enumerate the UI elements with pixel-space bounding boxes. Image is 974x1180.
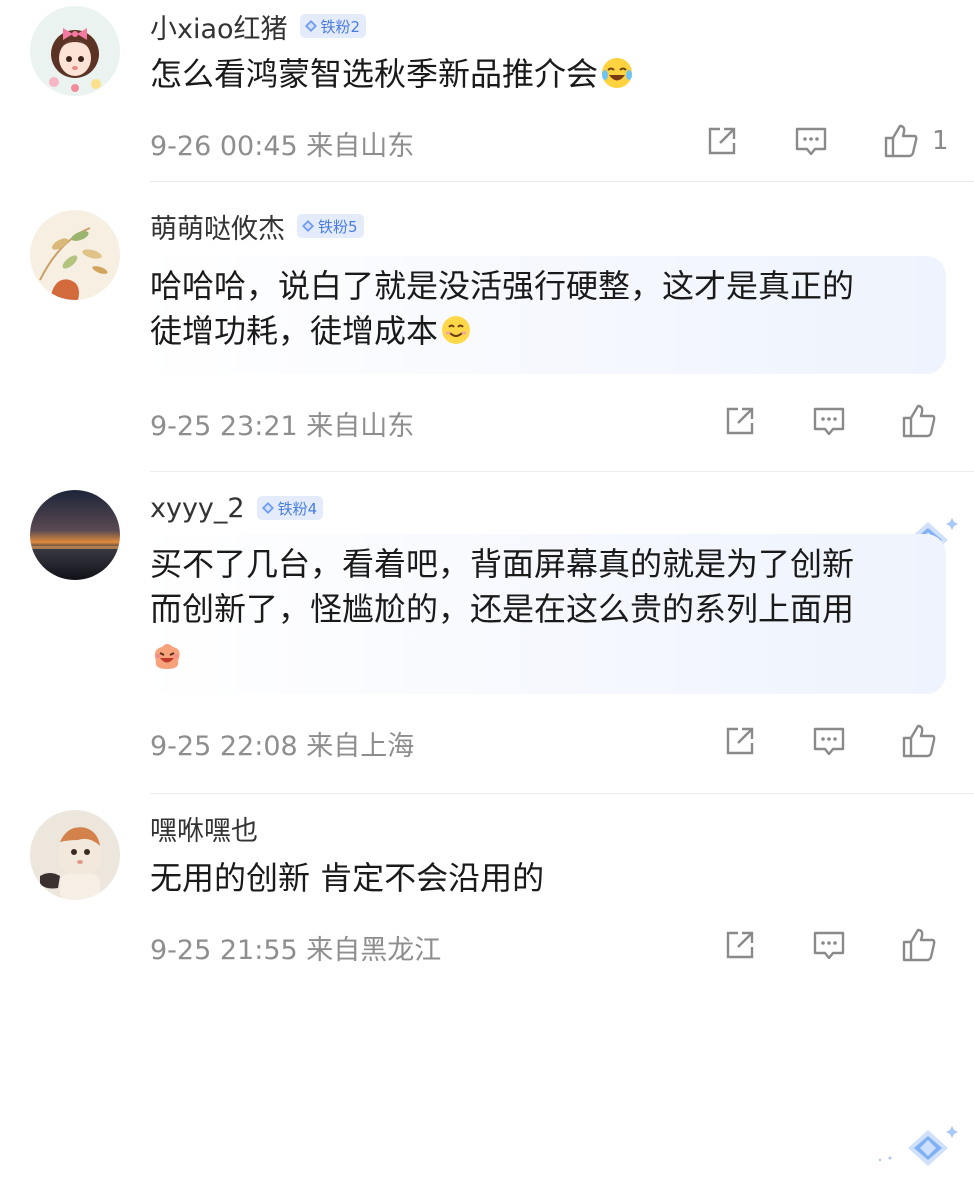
- share-icon: [726, 727, 754, 755]
- diamond-icon: [302, 220, 314, 232]
- comment-header: xyyy_2 铁粉4: [150, 490, 324, 526]
- share-button[interactable]: [722, 403, 758, 439]
- avatar[interactable]: [30, 810, 120, 900]
- comment-header: 小xiao红猪 铁粉2: [150, 7, 367, 46]
- avatar[interactable]: [30, 6, 120, 96]
- comment-text-line: 哈哈哈，说白了就是没活强行硬整，这才是真正的: [150, 267, 855, 305]
- comment-actions: [722, 722, 950, 760]
- comment-meta: 9-25 22:08 来自上海: [150, 731, 415, 762]
- diamond-icon: [261, 502, 274, 514]
- comment-meta: 9-25 23:21 来自山东: [150, 411, 415, 442]
- comment-item: 萌萌哒攸杰 铁粉5 哈哈哈，说白了就是没活强行硬整，这才是真正的 徒增功耗，徒增…: [0, 182, 974, 558]
- username[interactable]: xyyy_2: [150, 493, 245, 524]
- badge-label: 铁粉5: [318, 217, 358, 236]
- diamond-icon: [304, 20, 317, 32]
- diamond-icon: [878, 1126, 958, 1166]
- share-icon: [726, 407, 754, 435]
- comment-text: 怎么看鸿蒙智选秋季新品推介会: [150, 52, 634, 97]
- comment-header: 嘿咻嘿也: [150, 809, 258, 848]
- fan-badge: 铁粉4: [256, 496, 324, 520]
- fan-badge: 铁粉2: [299, 14, 367, 38]
- comment-text-line: 而创新了，怪尴尬的，还是在这么贵的系列上面用: [150, 590, 855, 628]
- share-button[interactable]: [722, 723, 758, 759]
- share-button[interactable]: [722, 927, 758, 963]
- thumbs-up-icon: [902, 724, 936, 758]
- badge-label: 铁粉4: [277, 499, 318, 518]
- like-button[interactable]: [900, 926, 950, 964]
- comment-header: 萌萌哒攸杰 铁粉5: [150, 207, 364, 246]
- comment-text: 哈哈哈，说白了就是没活强行硬整，这才是真正的 徒增功耗，徒增成本: [150, 264, 854, 354]
- thumbs-up-icon: [884, 124, 918, 158]
- comment-text-line: 买不了几台，看着吧，背面屏幕真的就是为了创新: [150, 545, 855, 583]
- comment-meta: 9-26 00:45 来自山东: [150, 131, 415, 162]
- comment-text-line: 无用的创新 肯定不会沿用的: [150, 859, 545, 897]
- laughing-blob-emoji: [154, 644, 180, 669]
- avatar[interactable]: [30, 210, 120, 300]
- username[interactable]: 嘿咻嘿也: [150, 809, 258, 848]
- share-button[interactable]: [704, 123, 740, 159]
- share-icon: [726, 931, 754, 959]
- like-button[interactable]: [900, 402, 950, 440]
- thumbs-up-icon: [902, 928, 936, 962]
- comment-item: 小xiao红猪 铁粉2 怎么看鸿蒙智选秋季新品推介会 9-26 00:45 来自…: [0, 0, 974, 182]
- comment-icon: [795, 127, 827, 156]
- like-button[interactable]: [900, 722, 950, 760]
- share-icon: [708, 127, 736, 155]
- reply-button[interactable]: [811, 723, 847, 759]
- comment-actions: 1: [704, 122, 949, 160]
- comment-actions: [722, 402, 950, 440]
- comment-text-line: 怎么看鸿蒙智选秋季新品推介会: [150, 55, 599, 93]
- comment-text-line: 徒增功耗，徒增成本: [150, 312, 439, 350]
- reply-button[interactable]: [811, 403, 847, 439]
- reply-button[interactable]: [793, 123, 829, 159]
- fan-badge: 铁粉5: [297, 214, 364, 238]
- reply-button[interactable]: [811, 927, 847, 963]
- comment-icon: [813, 407, 845, 436]
- comment-item: xyyy_2 铁粉4 买不了几台，看着吧，背面屏幕真的就是为了创新 而创新了，怪…: [0, 472, 974, 1166]
- username[interactable]: 萌萌哒攸杰: [150, 207, 285, 246]
- smile-emoji: [442, 316, 471, 344]
- comment-icon: [813, 727, 845, 756]
- username[interactable]: 小xiao红猪: [150, 7, 288, 46]
- comment-item: 嘿咻嘿也 无用的创新 肯定不会沿用的 9-25 21:55 来自黑龙江: [0, 794, 974, 974]
- comment-icon: [813, 931, 845, 960]
- comment-text: 买不了几台，看着吧，背面屏幕真的就是为了创新 而创新了，怪尴尬的，还是在这么贵的…: [150, 542, 854, 677]
- comment-text: 无用的创新 肯定不会沿用的: [150, 856, 544, 901]
- avatar[interactable]: [30, 490, 120, 580]
- laugh-cry-emoji: [602, 58, 633, 88]
- comment-actions: [722, 926, 950, 964]
- comment-meta: 9-25 21:55 来自黑龙江: [150, 935, 442, 966]
- like-count: 1: [932, 126, 949, 156]
- like-button[interactable]: 1: [882, 122, 949, 160]
- badge-label: 铁粉2: [320, 17, 361, 36]
- thumbs-up-icon: [902, 404, 936, 438]
